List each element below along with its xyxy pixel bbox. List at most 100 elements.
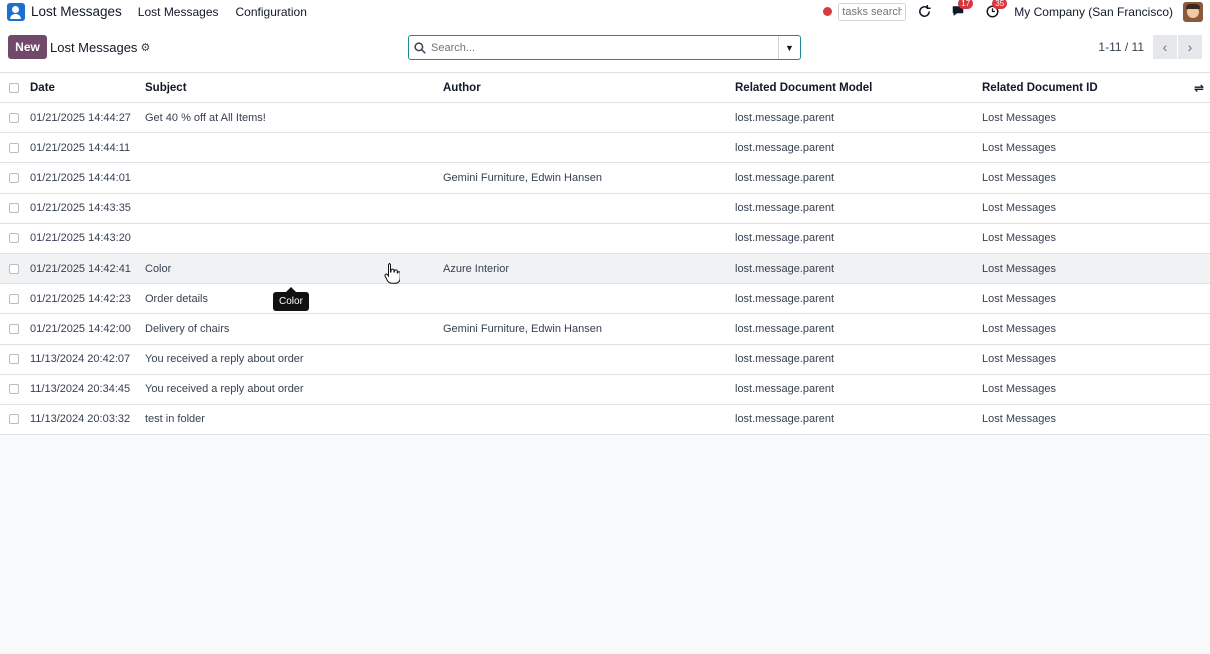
related-model-cell: lost.message.parent bbox=[735, 383, 835, 396]
subject-cell: Get 40 % off at All Items! bbox=[145, 111, 266, 124]
column-author[interactable]: Author bbox=[443, 73, 481, 102]
related-model-cell: lost.message.parent bbox=[735, 322, 835, 335]
tasks-search-input[interactable] bbox=[838, 2, 907, 21]
new-button[interactable]: New bbox=[8, 35, 47, 59]
company-switcher[interactable]: My Company (San Francisco) bbox=[1014, 5, 1173, 19]
menu-lost-messages[interactable]: Lost Messages bbox=[138, 5, 219, 19]
related-id-cell: Lost Messages bbox=[982, 353, 1056, 366]
control-panel: New Lost Messages ⚙ ▼ 1-11 / 11 ‹ › bbox=[0, 23, 1210, 72]
table-row[interactable]: 01/21/2025 14:43:20 lost.message.parent Lo… bbox=[0, 223, 1210, 254]
date-cell: 01/21/2025 14:44:01 bbox=[30, 171, 131, 184]
user-avatar[interactable] bbox=[1183, 1, 1203, 22]
related-model-cell: lost.message.parent bbox=[735, 202, 835, 215]
row-checkbox[interactable] bbox=[9, 203, 19, 214]
column-related-document-id[interactable]: Related Document ID bbox=[982, 73, 1098, 102]
table-row[interactable]: 01/21/2025 14:44:11 lost.message.parent Lo… bbox=[0, 133, 1210, 164]
related-model-cell: lost.message.parent bbox=[735, 413, 835, 426]
row-checkbox[interactable] bbox=[9, 172, 19, 183]
related-id-cell: Lost Messages bbox=[982, 383, 1056, 396]
refresh-icon[interactable] bbox=[916, 4, 932, 20]
app-name[interactable]: Lost Messages bbox=[31, 4, 122, 19]
pager-value[interactable]: 1-11 / 11 bbox=[1098, 40, 1144, 54]
related-id-cell: Lost Messages bbox=[982, 232, 1056, 245]
table-row[interactable]: 01/21/2025 14:42:41 Color Azure Interior lo… bbox=[0, 253, 1210, 285]
related-id-cell: Lost Messages bbox=[982, 322, 1056, 335]
search-icon bbox=[409, 41, 431, 54]
author-cell: Gemini Furniture, Edwin Hansen bbox=[443, 171, 602, 184]
date-cell: 01/21/2025 14:43:20 bbox=[30, 232, 131, 245]
row-checkbox[interactable] bbox=[9, 263, 19, 274]
date-cell: 01/21/2025 14:44:27 bbox=[30, 111, 131, 124]
app-icon[interactable] bbox=[7, 2, 25, 21]
date-cell: 01/21/2025 14:43:35 bbox=[30, 202, 131, 215]
related-id-cell: Lost Messages bbox=[982, 171, 1056, 184]
row-checkbox[interactable] bbox=[9, 142, 19, 153]
subject-cell: You received a reply about order bbox=[145, 383, 304, 396]
table-row[interactable]: 01/21/2025 14:42:00 Delivery of chairs Gem… bbox=[0, 314, 1210, 345]
table-row[interactable]: 01/21/2025 14:44:27 Get 40 % off at All I… bbox=[0, 103, 1210, 134]
related-id-cell: Lost Messages bbox=[982, 111, 1056, 124]
activity-clock-icon[interactable]: 35 bbox=[984, 0, 1008, 20]
author-cell: Azure Interior bbox=[443, 262, 510, 275]
related-model-cell: lost.message.parent bbox=[735, 171, 835, 184]
search-input[interactable] bbox=[431, 36, 778, 59]
hand-cursor-icon bbox=[384, 262, 401, 290]
date-cell: 11/13/2024 20:34:45 bbox=[30, 383, 131, 396]
row-checkbox[interactable] bbox=[9, 354, 19, 365]
row-checkbox[interactable] bbox=[9, 112, 19, 123]
table-row[interactable]: 01/21/2025 14:42:23 Order details lost.mes… bbox=[0, 284, 1210, 315]
page-title: Lost Messages bbox=[50, 40, 138, 55]
top-navbar: Lost Messages Lost Messages Configuratio… bbox=[0, 0, 1210, 23]
row-checkbox[interactable] bbox=[9, 414, 19, 425]
search-options-toggle[interactable]: ▼ bbox=[778, 36, 800, 59]
column-date[interactable]: Date bbox=[30, 73, 55, 102]
recording-indicator[interactable] bbox=[823, 7, 833, 16]
pager-previous-icon[interactable]: ‹ bbox=[1153, 35, 1177, 59]
row-checkbox[interactable] bbox=[9, 233, 19, 244]
menu-configuration[interactable]: Configuration bbox=[236, 5, 307, 19]
column-related-document-model[interactable]: Related Document Model bbox=[735, 73, 872, 102]
navbar-systray: 17 35 My Company (San Francisco) bbox=[823, 0, 1210, 23]
subject-cell: Delivery of chairs bbox=[145, 322, 230, 335]
breadcrumb: Lost Messages ⚙ bbox=[50, 40, 150, 55]
subject-cell: You received a reply about order bbox=[145, 353, 304, 366]
table-header: Date Subject Author Related Document Mod… bbox=[0, 72, 1210, 103]
subject-cell: Order details bbox=[145, 292, 208, 305]
row-checkbox[interactable] bbox=[9, 323, 19, 334]
date-cell: 01/21/2025 14:42:41 bbox=[30, 262, 131, 275]
related-id-cell: Lost Messages bbox=[982, 413, 1056, 426]
related-model-cell: lost.message.parent bbox=[735, 141, 835, 154]
subject-tooltip: Color bbox=[273, 287, 309, 311]
table-row[interactable]: 11/13/2024 20:42:07 You received a reply … bbox=[0, 344, 1210, 375]
chat-badge: 17 bbox=[958, 0, 974, 9]
date-cell: 01/21/2025 14:42:23 bbox=[30, 292, 131, 305]
date-cell: 01/21/2025 14:42:00 bbox=[30, 322, 131, 335]
date-cell: 11/13/2024 20:03:32 bbox=[30, 413, 131, 426]
lost-messages-table: Date Subject Author Related Document Mod… bbox=[0, 72, 1210, 436]
select-all-checkbox[interactable] bbox=[9, 82, 19, 93]
table-row[interactable]: 01/21/2025 14:43:35 lost.message.parent Lo… bbox=[0, 193, 1210, 224]
optional-columns-icon[interactable]: ⇌ bbox=[1194, 81, 1204, 95]
row-checkbox[interactable] bbox=[9, 384, 19, 395]
pager: 1-11 / 11 ‹ › bbox=[1098, 35, 1202, 59]
row-checkbox[interactable] bbox=[9, 293, 19, 304]
column-subject[interactable]: Subject bbox=[145, 73, 187, 102]
date-cell: 01/21/2025 14:44:11 bbox=[30, 141, 131, 154]
related-model-cell: lost.message.parent bbox=[735, 232, 835, 245]
table-row[interactable]: 01/21/2025 14:44:01 Gemini Furniture, Edw… bbox=[0, 163, 1210, 194]
chat-icon[interactable]: 17 bbox=[950, 0, 974, 20]
related-model-cell: lost.message.parent bbox=[735, 262, 835, 275]
search-bar: ▼ bbox=[408, 35, 801, 60]
activity-badge: 35 bbox=[992, 0, 1008, 9]
related-model-cell: lost.message.parent bbox=[735, 353, 835, 366]
related-id-cell: Lost Messages bbox=[982, 292, 1056, 305]
table-row[interactable]: 11/13/2024 20:34:45 You received a reply … bbox=[0, 374, 1210, 405]
related-model-cell: lost.message.parent bbox=[735, 111, 835, 124]
author-cell: Gemini Furniture, Edwin Hansen bbox=[443, 322, 602, 335]
pager-next-icon[interactable]: › bbox=[1178, 35, 1202, 59]
table-row[interactable]: 11/13/2024 20:03:32 test in folder lost.me… bbox=[0, 404, 1210, 436]
subject-cell: Color bbox=[145, 262, 172, 275]
gear-icon[interactable]: ⚙ bbox=[140, 41, 150, 54]
related-model-cell: lost.message.parent bbox=[735, 292, 835, 305]
subject-cell: test in folder bbox=[145, 413, 205, 426]
